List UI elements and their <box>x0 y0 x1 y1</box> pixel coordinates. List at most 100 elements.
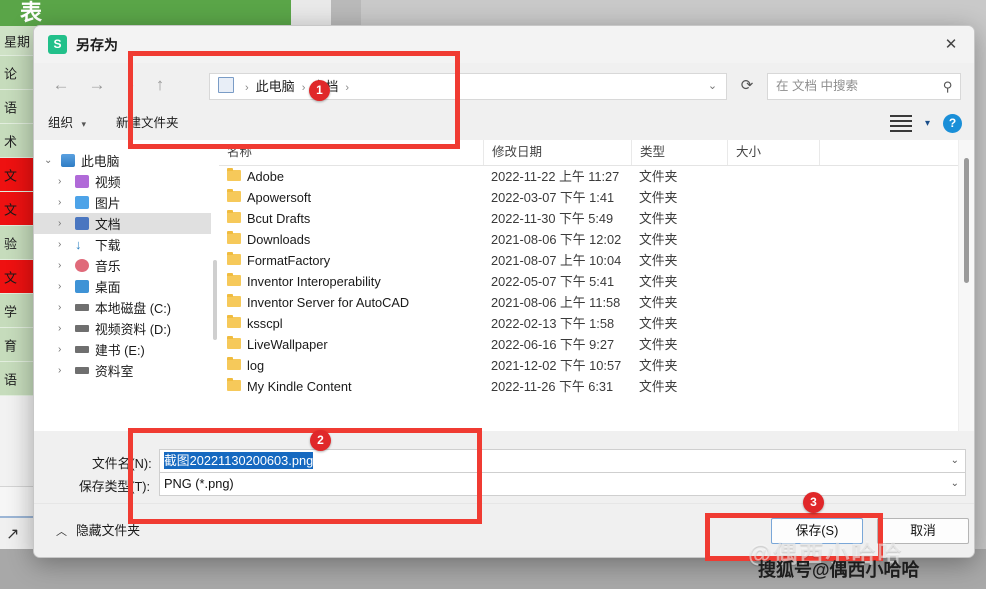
dialog-title: 另存为 <box>76 37 118 53</box>
column-header-3[interactable]: 大小 <box>727 140 819 165</box>
column-header-1[interactable]: 修改日期 <box>483 140 631 165</box>
organize-button[interactable]: 组织 ▾ <box>48 107 86 141</box>
tree-item-9[interactable]: › 建书 (E:) <box>34 339 211 360</box>
folder-icon <box>227 294 241 307</box>
file-row[interactable]: My Kindle Content 2022-11-26 下午 6:31 文件夹 <box>219 376 974 397</box>
tree-expand-chevron-icon[interactable]: ⌄ <box>44 155 61 166</box>
tree-item-label: 此电脑 <box>81 154 120 169</box>
breadcrumb-separator-0: › <box>245 82 249 94</box>
navigation-tree: ⌄ 此电脑 › 视频 › 图片 › 文档 › ↓ 下载 › 音乐 › 桌面 › 本地磁盘 (C:) › 视频资料 (… <box>34 140 211 431</box>
file-row[interactable]: Bcut Drafts 2022-11-30 下午 5:49 文件夹 <box>219 208 974 229</box>
file-list-scrollbar-thumb[interactable] <box>964 158 969 283</box>
form-area: 文件名(N): 截图20221130200603.png ⌄ 保存类型(T): … <box>34 431 974 503</box>
new-folder-button[interactable]: 新建文件夹 <box>116 107 179 140</box>
tree-splitter[interactable] <box>211 140 219 431</box>
tree-item-10[interactable]: › 资料室 <box>34 360 211 381</box>
filename-label: 文件名(N): <box>92 456 152 471</box>
file-name: Downloads <box>247 232 311 247</box>
annotation-badge-2: 2 <box>310 430 331 451</box>
filename-chevron-down-icon[interactable]: ⌄ <box>951 450 959 472</box>
drive-icon <box>75 367 95 374</box>
search-box[interactable]: 在 文档 中搜索 ⚲ <box>767 73 961 100</box>
address-bar[interactable]: ›此电脑›文档› <box>209 73 701 100</box>
tree-item-0[interactable]: ⌄ 此电脑 <box>34 150 211 171</box>
file-date: 2022-11-22 上午 11:27 <box>491 169 620 184</box>
column-header-0[interactable]: 名称 <box>219 140 483 165</box>
dialog-title-bar: S 另存为 ✕ <box>34 26 974 63</box>
background-schedule-cell: 学 <box>4 304 18 319</box>
file-rows: Adobe 2022-11-22 上午 11:27 文件夹 Apowersoft 202… <box>219 166 974 397</box>
file-row[interactable]: Inventor Server for AutoCAD 2021-08-06 上午… <box>219 292 974 313</box>
search-icon[interactable]: ⚲ <box>943 74 953 99</box>
file-row[interactable]: log 2021-12-02 下午 10:57 文件夹 <box>219 355 974 376</box>
tree-item-4[interactable]: › ↓ 下载 <box>34 234 211 255</box>
filetype-select[interactable]: PNG (*.png) ⌄ <box>159 472 966 496</box>
tree-item-label: 建书 (E:) <box>95 343 145 358</box>
folder-icon <box>227 357 241 370</box>
tree-item-7[interactable]: › 本地磁盘 (C:) <box>34 297 211 318</box>
column-header-2[interactable]: 类型 <box>631 140 727 165</box>
file-row[interactable]: Downloads 2021-08-06 下午 12:02 文件夹 <box>219 229 974 250</box>
tree-expand-chevron-icon[interactable]: › <box>58 260 75 271</box>
refresh-icon[interactable]: ⟳ <box>734 73 760 98</box>
tree-scrollbar-thumb[interactable] <box>213 260 217 340</box>
watermark-text: 搜狐号@偶西小哈哈 <box>758 560 920 580</box>
view-layout-icon[interactable] <box>890 115 912 132</box>
breadcrumb-separator-2: › <box>345 82 350 94</box>
address-chevron-down-icon[interactable]: ⌄ <box>699 73 727 100</box>
file-date: 2021-08-07 上午 10:04 <box>491 253 622 268</box>
tree-expand-chevron-icon[interactable]: › <box>58 197 75 208</box>
file-row[interactable]: Inventor Interoperability 2022-05-07 下午 5… <box>219 271 974 292</box>
up-icon[interactable]: ↑ <box>147 72 173 98</box>
tree-expand-chevron-icon[interactable]: › <box>58 281 75 292</box>
file-type: 文件夹 <box>639 253 678 268</box>
chevron-up-icon: ︿ <box>56 526 67 538</box>
tree-item-6[interactable]: › 桌面 <box>34 276 211 297</box>
column-header-row: 名称 修改日期 类型 大小 <box>219 140 974 166</box>
tree-expand-chevron-icon[interactable]: › <box>58 344 75 355</box>
file-row[interactable]: Apowersoft 2022-03-07 下午 1:41 文件夹 <box>219 187 974 208</box>
background-schedule-cell: 育 <box>4 338 18 353</box>
tree-item-1[interactable]: › 视频 <box>34 171 211 192</box>
file-list-pane: 名称 修改日期 类型 大小 Adobe 2022-11-22 上午 11:27 文件夹 Ap… <box>219 140 974 431</box>
file-row[interactable]: ksscpl 2022-02-13 下午 1:58 文件夹 <box>219 313 974 334</box>
tree-item-8[interactable]: › 视频资料 (D:) <box>34 318 211 339</box>
file-date: 2022-05-07 下午 5:41 <box>491 274 615 289</box>
tree-item-3[interactable]: › 文档 <box>34 213 211 234</box>
tree-expand-chevron-icon[interactable]: › <box>58 176 75 187</box>
annotation-badge-1: 1 <box>309 80 330 101</box>
file-row[interactable]: LiveWallpaper 2022-06-16 下午 9:27 文件夹 <box>219 334 974 355</box>
file-type: 文件夹 <box>639 295 678 310</box>
file-type: 文件夹 <box>639 190 678 205</box>
filename-input[interactable]: 截图20221130200603.png ⌄ <box>159 449 966 473</box>
view-chevron-down-icon[interactable]: ▾ <box>925 118 930 129</box>
hide-folders-button[interactable]: ︿ 隐藏文件夹 <box>56 520 140 539</box>
background-tab-strip-2 <box>331 0 361 26</box>
search-input[interactable]: 在 文档 中搜索 <box>776 74 858 99</box>
file-date: 2021-12-02 下午 10:57 <box>491 358 622 373</box>
help-icon[interactable]: ? <box>943 114 962 133</box>
filetype-chevron-down-icon[interactable]: ⌄ <box>951 473 959 495</box>
folder-icon <box>227 252 241 265</box>
file-date: 2022-06-16 下午 9:27 <box>491 337 615 352</box>
file-type: 文件夹 <box>639 337 678 352</box>
tree-expand-chevron-icon[interactable]: › <box>58 302 75 313</box>
file-row[interactable]: Adobe 2022-11-22 上午 11:27 文件夹 <box>219 166 974 187</box>
breadcrumb-item-0[interactable]: 此电脑 <box>256 79 295 94</box>
pictures-icon <box>75 196 95 209</box>
tree-expand-chevron-icon[interactable]: › <box>58 239 75 250</box>
column-header-4[interactable] <box>819 140 899 165</box>
tree-item-5[interactable]: › 音乐 <box>34 255 211 276</box>
recent-locations-icon[interactable]: ⌄ <box>118 72 144 98</box>
forward-icon[interactable]: → <box>84 72 110 98</box>
file-date: 2022-11-26 下午 6:31 <box>491 379 614 394</box>
tree-expand-chevron-icon[interactable]: › <box>58 365 75 376</box>
tree-item-2[interactable]: › 图片 <box>34 192 211 213</box>
file-type: 文件夹 <box>639 379 678 394</box>
file-row[interactable]: FormatFactory 2021-08-07 上午 10:04 文件夹 <box>219 250 974 271</box>
file-list-scrollbar[interactable] <box>958 140 974 431</box>
back-icon[interactable]: ← <box>48 72 74 98</box>
close-icon[interactable]: ✕ <box>928 26 974 63</box>
tree-expand-chevron-icon[interactable]: › <box>58 218 75 229</box>
tree-expand-chevron-icon[interactable]: › <box>58 323 75 334</box>
